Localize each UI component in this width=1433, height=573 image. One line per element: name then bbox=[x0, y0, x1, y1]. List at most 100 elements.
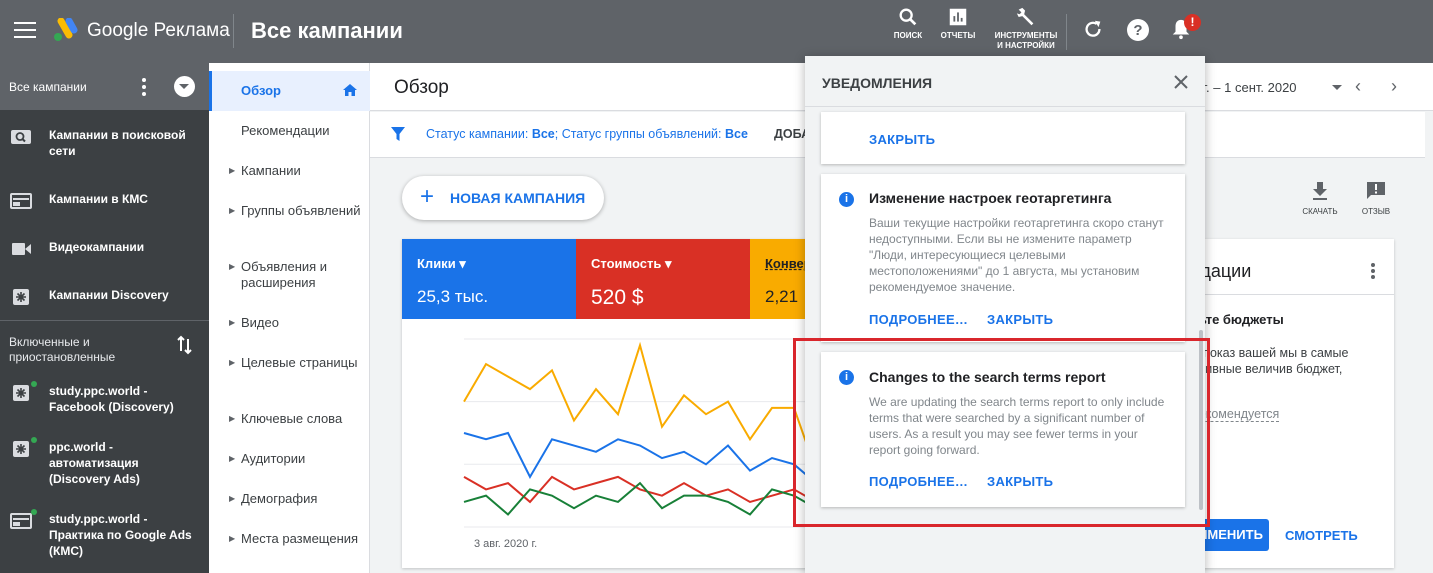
caret-icon: ▶ bbox=[229, 534, 236, 543]
reports-button[interactable]: ОТЧЕТЫ bbox=[939, 6, 977, 41]
search-campaign-icon bbox=[11, 130, 31, 144]
feedback-icon bbox=[1367, 182, 1385, 199]
nav-label: Кампании в поисковой сети bbox=[49, 128, 186, 158]
discovery-icon bbox=[13, 289, 29, 305]
refresh-icon[interactable] bbox=[1082, 18, 1104, 40]
next-period-icon[interactable]: › bbox=[1391, 76, 1397, 97]
filter-text: Статус кампании: Все; Статус группы объя… bbox=[426, 127, 748, 141]
dismiss-link[interactable]: ЗАКРЫТЬ bbox=[987, 312, 1053, 327]
menu-label: Целевые страницы bbox=[241, 355, 358, 370]
divider bbox=[0, 320, 209, 321]
menu-demographics[interactable]: ▶ Демография bbox=[229, 491, 361, 507]
metric-label: Клики ▾ bbox=[417, 256, 466, 271]
campaign-label: ppc.world - автоматизация (Discovery Ads… bbox=[49, 440, 140, 486]
display-campaign-icon bbox=[10, 513, 32, 529]
filter-value: Все bbox=[725, 127, 748, 141]
filter-icon[interactable] bbox=[390, 126, 406, 142]
svg-text:?: ? bbox=[1133, 22, 1142, 39]
new-campaign-label: НОВАЯ КАМПАНИЯ bbox=[450, 190, 586, 206]
all-campaigns-header[interactable]: Все кампании bbox=[0, 63, 209, 110]
sort-icon[interactable] bbox=[176, 335, 194, 355]
date-dropdown-icon[interactable] bbox=[1332, 85, 1342, 90]
search-button[interactable]: ПОИСК bbox=[891, 6, 925, 41]
status-dot bbox=[31, 509, 37, 515]
video-icon bbox=[12, 243, 31, 255]
discovery-icon bbox=[13, 441, 29, 457]
overview-title: Обзор bbox=[394, 77, 449, 98]
page-menu: Обзор Рекомендации ▶ Кампании ▶ Группы объ… bbox=[209, 63, 370, 573]
dropdown-icon[interactable] bbox=[174, 76, 195, 97]
more-vert-icon[interactable] bbox=[141, 78, 147, 96]
view-button[interactable]: СМОТРЕТЬ bbox=[1285, 528, 1358, 543]
metric-label-text: Стоимость bbox=[591, 256, 662, 271]
menu-landing-pages[interactable]: ▶ Целевые страницы bbox=[229, 355, 361, 371]
menu-label: Видео bbox=[241, 315, 279, 330]
download-icon bbox=[1313, 182, 1327, 200]
caret-icon: ▶ bbox=[229, 358, 236, 367]
x-tick-label: 3 авг. 2020 г. bbox=[474, 538, 537, 550]
status-dot bbox=[31, 381, 37, 387]
prev-period-icon[interactable]: ‹ bbox=[1355, 76, 1361, 97]
menu-recommendations[interactable]: Рекомендации bbox=[241, 123, 361, 139]
learn-more-link[interactable]: ПОДРОБНЕЕ… bbox=[869, 312, 968, 327]
menu-label: Объявления и расширения bbox=[241, 259, 328, 290]
search-label: ПОИСК bbox=[893, 31, 923, 40]
help-icon[interactable]: ? bbox=[1126, 18, 1150, 42]
info-icon: i bbox=[839, 192, 854, 207]
section-label: Включенные и приостановленные bbox=[9, 335, 116, 364]
menu-placements[interactable]: ▶ Места размещения bbox=[229, 531, 361, 547]
menu-icon[interactable] bbox=[14, 22, 36, 38]
feedback-label: ОТЗЫВ bbox=[1361, 207, 1391, 216]
campaign-tree: Все кампании Кампании в поисковой сети К… bbox=[0, 63, 209, 573]
filter-label: Статус кампании: bbox=[426, 127, 532, 141]
home-icon bbox=[343, 84, 357, 96]
caret-icon: ▶ bbox=[229, 166, 236, 175]
menu-label: Демография bbox=[241, 491, 318, 506]
nav-label: Видеокампании bbox=[49, 240, 145, 254]
feedback-button[interactable]: ОТЗЫВ bbox=[1356, 181, 1396, 216]
menu-label: Обзор bbox=[241, 83, 281, 98]
caret-icon: ▶ bbox=[229, 494, 236, 503]
caret-icon: ▶ bbox=[229, 318, 236, 327]
metric-label-text: Клики bbox=[417, 256, 456, 271]
close-icon[interactable] bbox=[1173, 74, 1189, 90]
page-title: Все кампании bbox=[251, 18, 403, 43]
filter-label: ; Статус группы объявлений: bbox=[554, 127, 725, 141]
top-bar: Google Реклама Все кампании ПОИСК ОТЧЕТЫ… bbox=[0, 0, 1433, 63]
tools-button[interactable]: ИНСТРУМЕНТЫ И НАСТРОЙКИ bbox=[992, 6, 1060, 51]
highlight-box bbox=[793, 338, 1210, 527]
download-label: СКАЧАТЬ bbox=[1302, 207, 1338, 216]
menu-ads-extensions[interactable]: ▶ Объявления и расширения bbox=[229, 259, 361, 291]
download-button[interactable]: СКАЧАТЬ bbox=[1298, 181, 1342, 216]
reports-icon bbox=[949, 8, 967, 26]
metric-value: 25,3 тыс. bbox=[417, 287, 489, 306]
new-campaign-button[interactable]: + НОВАЯ КАМПАНИЯ bbox=[402, 176, 604, 220]
nav-label: Кампании в КМС bbox=[49, 192, 148, 206]
metric-label: Стоимость ▾ bbox=[591, 256, 672, 271]
tools-label-2: И НАСТРОЙКИ bbox=[997, 41, 1055, 50]
metric-value: 520 $ bbox=[591, 286, 644, 309]
date-range[interactable]: вг. – 1 сент. 2020 bbox=[1196, 80, 1297, 95]
menu-label: Аудитории bbox=[241, 451, 306, 466]
menu-audiences[interactable]: ▶ Аудитории bbox=[229, 451, 361, 467]
menu-label: Группы объявлений bbox=[241, 203, 361, 218]
campaign-label: study.ppc.world - Практика по Google Ads… bbox=[49, 512, 192, 558]
divider bbox=[805, 106, 1205, 107]
menu-campaigns[interactable]: ▶ Кампании bbox=[229, 163, 361, 179]
notification-card: ЗАКРЫТЬ bbox=[821, 112, 1185, 164]
metric-clicks[interactable]: Клики ▾ 25,3 тыс. bbox=[402, 239, 576, 319]
menu-keywords[interactable]: ▶ Ключевые слова bbox=[229, 411, 361, 427]
dismiss-link[interactable]: ЗАКРЫТЬ bbox=[869, 132, 935, 147]
menu-ad-groups[interactable]: ▶ Группы объявлений bbox=[229, 203, 361, 219]
status-dot bbox=[31, 437, 37, 443]
all-campaigns-label: Все кампании bbox=[9, 80, 87, 94]
more-vert-icon[interactable] bbox=[1371, 263, 1375, 279]
nav-label: Кампании Discovery bbox=[49, 288, 169, 302]
menu-label: Кампании bbox=[241, 163, 301, 178]
menu-video[interactable]: ▶ Видео bbox=[229, 315, 361, 331]
wrench-icon bbox=[1016, 7, 1034, 26]
google-ads-logo bbox=[54, 18, 78, 41]
reports-label: ОТЧЕТЫ bbox=[940, 31, 976, 40]
caret-icon: ▶ bbox=[229, 414, 236, 423]
metric-cost[interactable]: Стоимость ▾ 520 $ bbox=[576, 239, 750, 319]
